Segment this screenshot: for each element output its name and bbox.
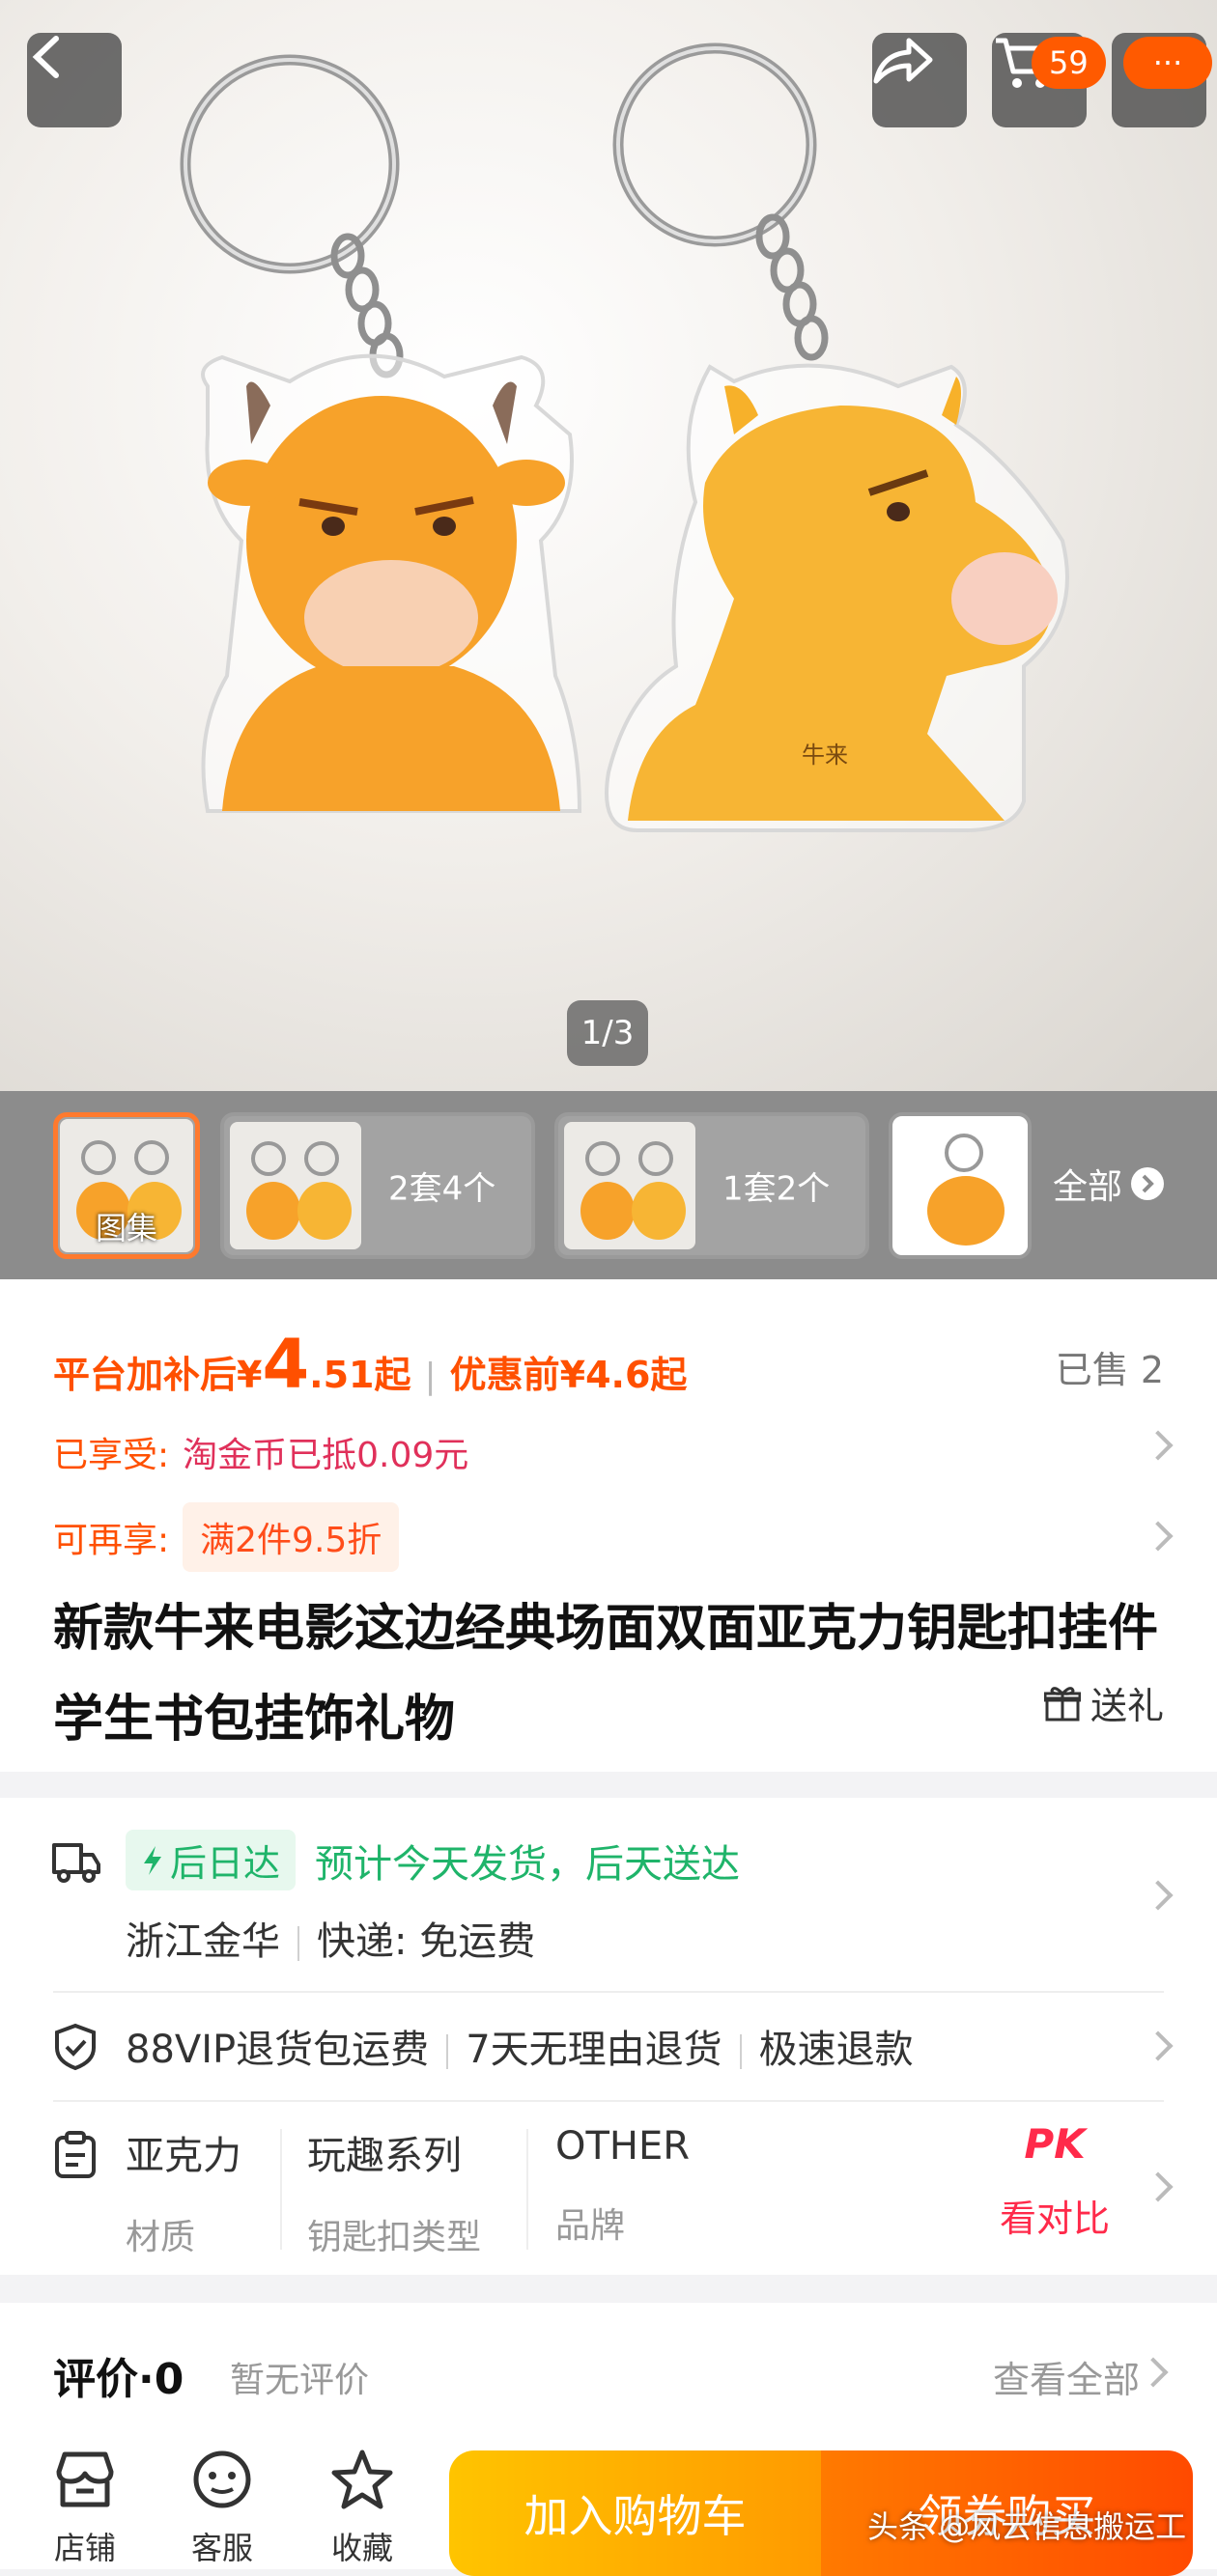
pk-icon: PK: [1024, 2120, 1086, 2168]
gift-icon: [1043, 1686, 1081, 1721]
shipping-origin-row: 浙江金华 快递: 免运费: [126, 1910, 535, 1966]
bottom-action-bar: 店铺 客服 收藏 加入购物车 领券购买: [0, 2423, 1217, 2576]
product-title: 新款牛来电影这边经典场面双面亚克力钥匙扣挂件学生书包挂饰礼物: [53, 1600, 1159, 1749]
thumbnail-image: [564, 1122, 695, 1249]
cart-count-badge: 59: [1032, 37, 1106, 89]
thumbnail-option-2set[interactable]: 2套4个: [220, 1112, 535, 1259]
thumbnail-option-single[interactable]: [889, 1112, 1032, 1259]
gift-button[interactable]: 送礼: [1043, 1676, 1164, 1729]
spec-value: 亚克力: [126, 2134, 241, 2178]
thumbnail-option-1set[interactable]: 1套2个: [554, 1112, 869, 1259]
store-label: 店铺: [53, 2530, 116, 2566]
price-divider: |: [424, 1357, 437, 1396]
guarantee-item: 极速退款: [758, 2028, 914, 2072]
keychain-label-right: 牛来: [802, 742, 848, 769]
spec-brand[interactable]: OTHER 品牌: [555, 2124, 690, 2248]
more-dots-icon: ···: [1123, 37, 1212, 89]
divider: [446, 2034, 449, 2069]
discount-tag: 满2件9.5折: [183, 1502, 400, 1572]
reviews-view-all[interactable]: 查看全部: [993, 2350, 1140, 2403]
star-icon: [331, 2450, 393, 2509]
back-button[interactable]: [27, 33, 122, 127]
thumbnail-caption: 图集: [95, 1210, 157, 1246]
price-row: 平台加补后¥ 4 .51起 | 优惠前¥4.6起: [53, 1325, 687, 1404]
shield-check-icon: [55, 2023, 96, 2071]
enjoyed-label: 已享受:: [53, 1436, 170, 1475]
thumbnail-strip: 图集 2套4个 1套2个 全部: [0, 1091, 1217, 1279]
spec-key: 钥匙扣类型: [307, 2218, 482, 2257]
divider: [297, 1926, 299, 1961]
spec-key: 品牌: [555, 2206, 626, 2246]
customer-service-icon: [193, 2450, 251, 2508]
guarantee-row[interactable]: 88VIP退货包运费 7天无理由退货 极速退款: [126, 2018, 914, 2074]
divider: [739, 2034, 742, 2069]
more-promo-row[interactable]: 可再享: 满2件9.5折: [53, 1502, 400, 1572]
price-prefix: 平台加补后¥: [53, 1354, 263, 1396]
enjoyed-promo-row[interactable]: 已享受: 淘金币已抵0.09元: [53, 1427, 468, 1477]
guarantee-item: 7天无理由退货: [466, 2028, 722, 2072]
product-image-gallery[interactable]: 牛来 59 ··· 1/3: [0, 0, 1217, 1091]
reviews-title: 评价·0: [53, 2355, 184, 2404]
shipping-eta: 预计今天发货，后天送达: [315, 1841, 741, 1887]
shipping-eta-row[interactable]: 后日达 预计今天发货，后天送达: [126, 1830, 740, 1890]
spec-key: 材质: [126, 2218, 196, 2257]
delivery-truck-icon: [52, 1843, 100, 1883]
share-icon: [873, 38, 933, 84]
service-label: 客服: [190, 2530, 253, 2566]
clipboard-icon: [55, 2131, 96, 2178]
enjoyed-value: 淘金币已抵0.09元: [183, 1436, 469, 1475]
spec-material[interactable]: 亚克力 材质: [126, 2124, 241, 2259]
view-all-thumbnails[interactable]: 全部: [1053, 1159, 1165, 1209]
share-button[interactable]: [872, 33, 967, 127]
shipping-courier: 快递: 免运费: [317, 1919, 536, 1964]
price-decimal: .51起: [309, 1354, 411, 1396]
guarantee-item: 88VIP退货包运费: [126, 2028, 430, 2072]
next-day-label: 后日达: [170, 1842, 281, 1885]
compare-label: 看对比: [1000, 2198, 1111, 2240]
thumbnail-label: 1套2个: [722, 1169, 831, 1209]
thumbnail-label: 2套4个: [388, 1169, 496, 1209]
keychain-illustration: 牛来: [180, 42, 1069, 832]
watermark-text: 头条 @风云信息搬运工: [867, 2508, 1187, 2545]
lightning-icon: [144, 1845, 161, 1875]
gift-label: 送礼: [1090, 1685, 1164, 1727]
store-icon: [56, 2451, 114, 2507]
spec-value: 玩趣系列: [307, 2134, 462, 2178]
next-day-badge: 后日达: [126, 1830, 297, 1890]
spec-value: OTHER: [555, 2124, 691, 2169]
favorite-button[interactable]: 收藏: [314, 2449, 410, 2568]
thumbnail-image: [230, 1122, 361, 1249]
view-all-label: 全部: [1053, 1167, 1123, 1207]
divider: [53, 1991, 1164, 1993]
price-original: 优惠前¥4.6起: [449, 1354, 688, 1396]
image-counter: 1/3: [567, 1000, 648, 1066]
price-integer: 4: [262, 1325, 310, 1404]
shipping-origin: 浙江金华: [126, 1919, 280, 1964]
favorite-label: 收藏: [330, 2530, 393, 2566]
sold-count: 已售 2: [1055, 1349, 1164, 1391]
compare-button[interactable]: PK 看对比: [1000, 2120, 1110, 2242]
thumbnail-gallery[interactable]: 图集: [53, 1112, 200, 1259]
store-button[interactable]: 店铺: [37, 2449, 133, 2568]
divider: [526, 2129, 528, 2250]
more-promo-label: 可再享:: [53, 1521, 170, 1560]
divider: [280, 2129, 282, 2250]
spec-type[interactable]: 玩趣系列 钥匙扣类型: [307, 2124, 481, 2259]
chevron-left-icon: [32, 36, 59, 78]
divider: [53, 2100, 1164, 2102]
thumbnail-image: [898, 1122, 1028, 1249]
service-button[interactable]: 客服: [174, 2449, 270, 2568]
reviews-empty: 暂无评价: [230, 2361, 370, 2400]
add-to-cart-button[interactable]: 加入购物车: [449, 2450, 821, 2576]
chevron-right-circle-icon: [1131, 1167, 1165, 1200]
